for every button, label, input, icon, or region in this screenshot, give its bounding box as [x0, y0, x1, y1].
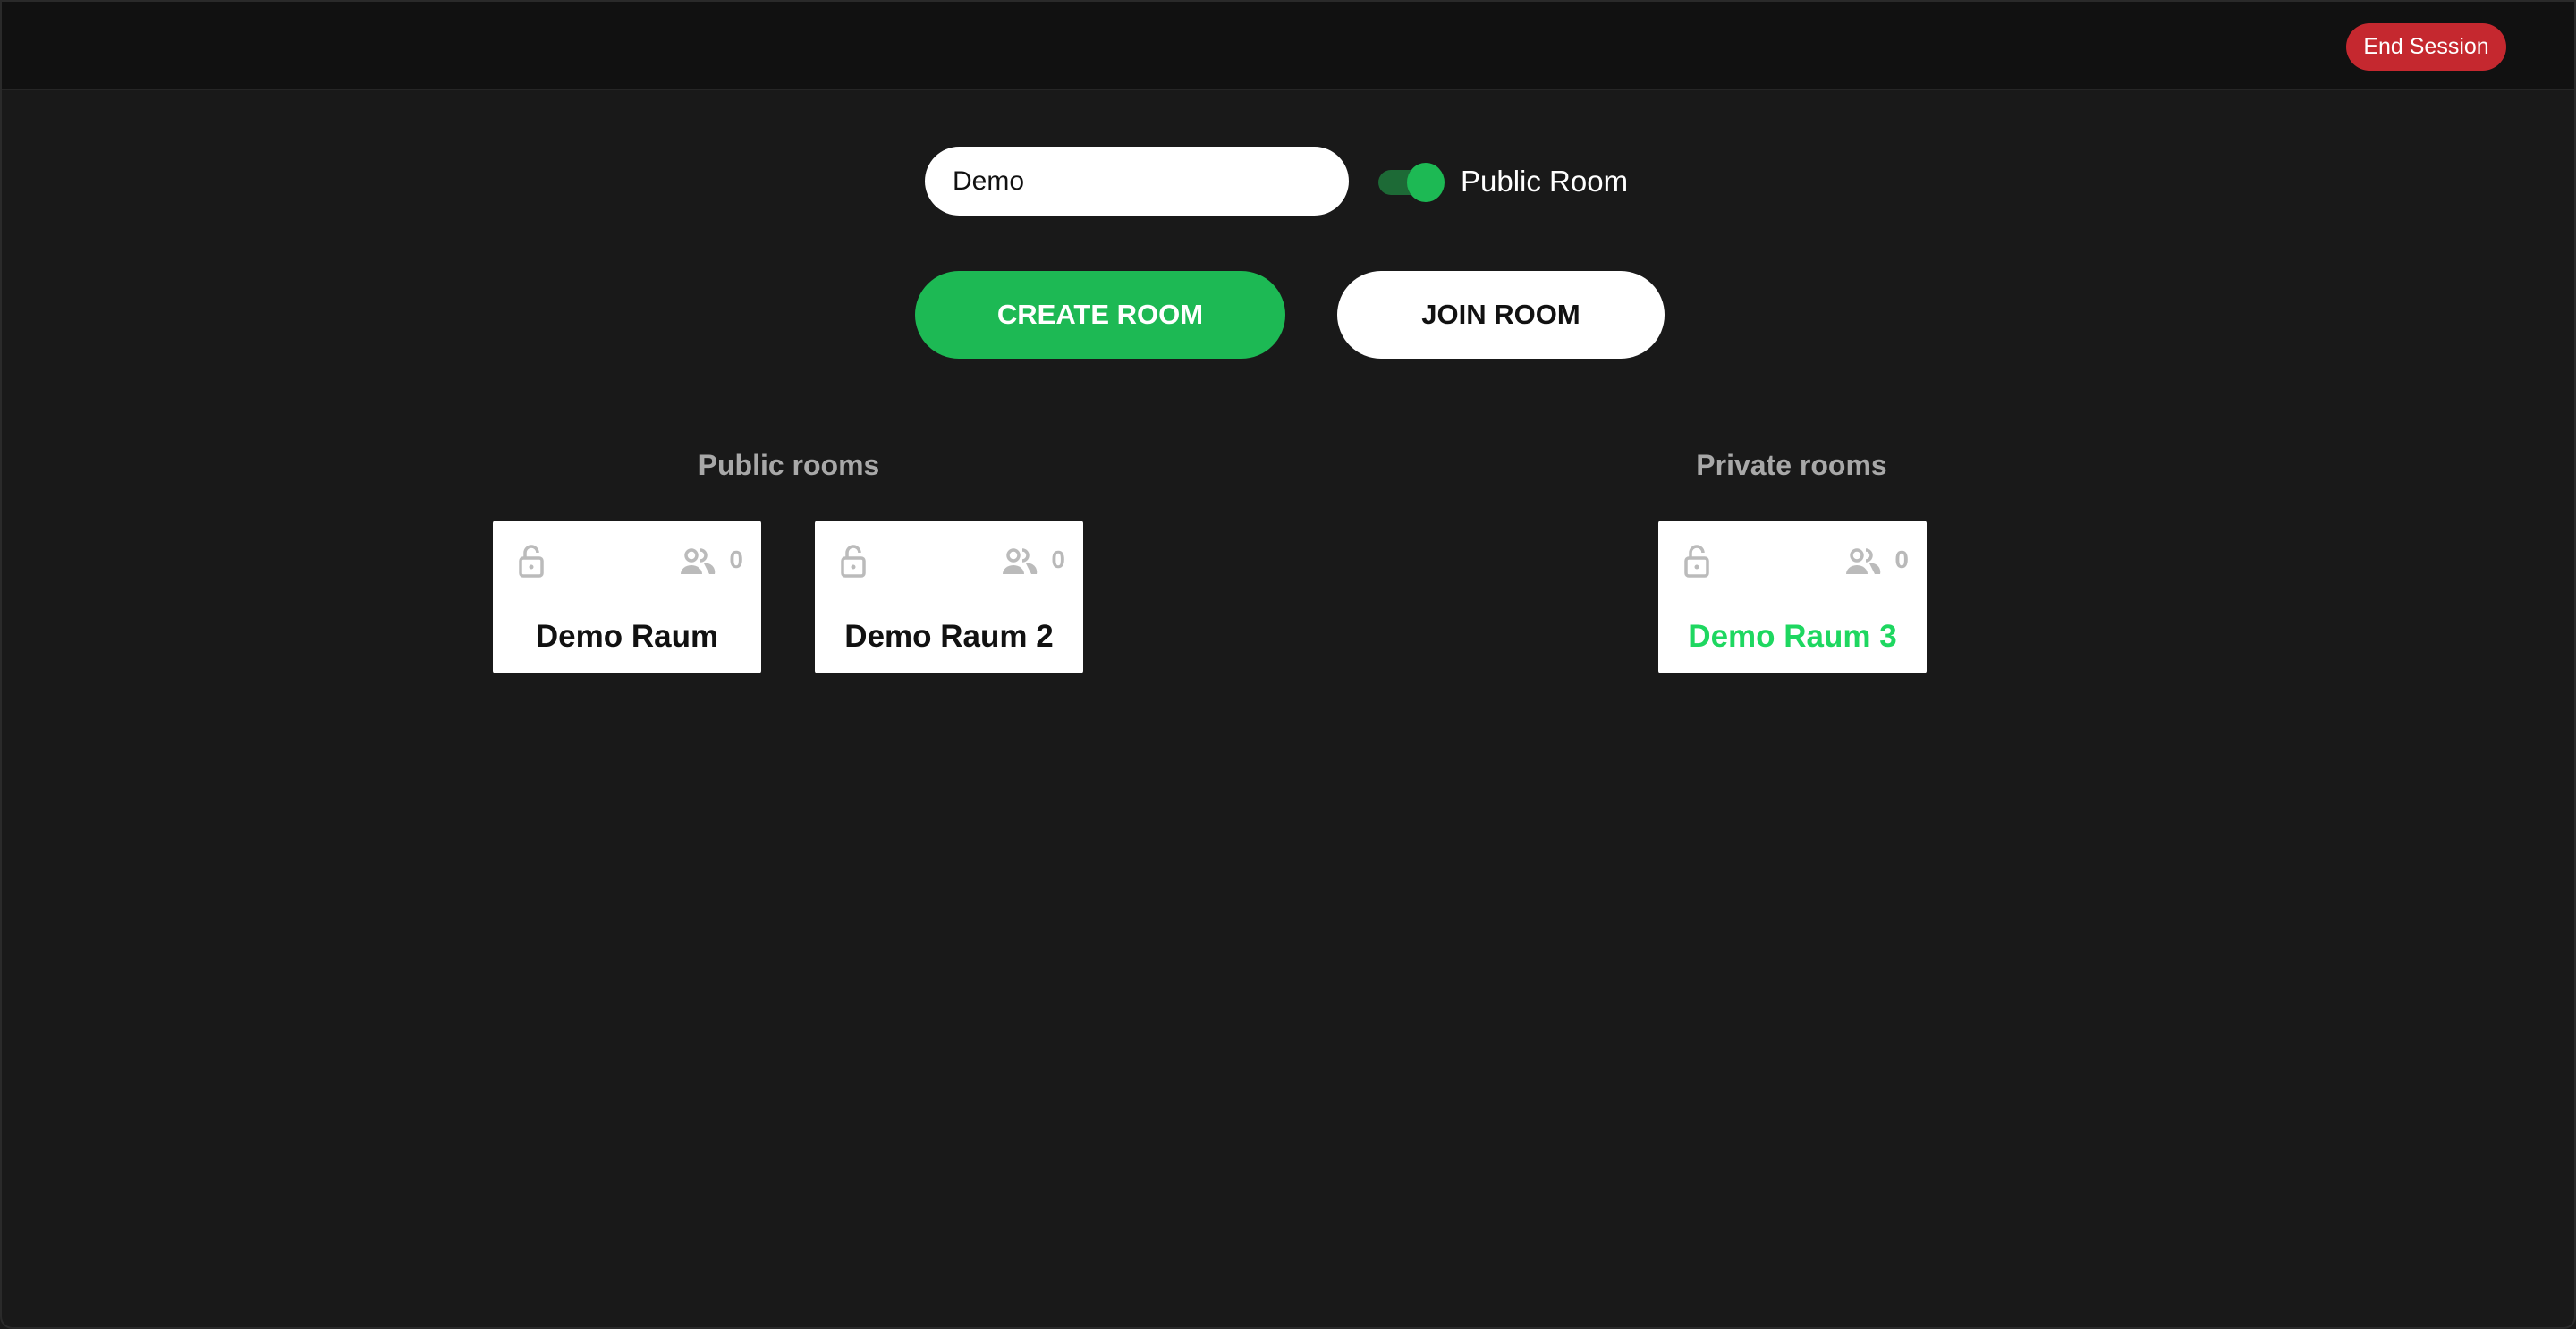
end-session-button[interactable]: End Session	[2346, 23, 2506, 71]
room-card[interactable]: 0 Demo Raum 2	[815, 521, 1083, 673]
room-card[interactable]: 0 Demo Raum 3	[1658, 521, 1927, 673]
unlock-icon	[1684, 545, 1709, 578]
create-room-button[interactable]: CREATE ROOM	[915, 271, 1285, 359]
room-card[interactable]: 0 Demo Raum	[493, 521, 761, 673]
room-name: Demo Raum 3	[1688, 619, 1897, 654]
unlock-icon	[519, 545, 544, 578]
users-icon	[681, 548, 716, 574]
user-count: 0	[729, 546, 743, 573]
room-name-input[interactable]	[925, 147, 1349, 216]
private-rooms-heading: Private rooms	[1696, 449, 1887, 481]
user-count: 0	[1051, 546, 1065, 573]
user-count: 0	[1894, 546, 1909, 573]
room-name: Demo Raum	[535, 619, 719, 654]
users-icon	[1846, 548, 1881, 574]
room-name: Demo Raum 2	[844, 619, 1054, 654]
join-room-button[interactable]: JOIN ROOM	[1337, 271, 1665, 359]
public-rooms-heading: Public rooms	[698, 449, 880, 481]
public-room-label: Public Room	[1461, 165, 1629, 198]
public-room-toggle[interactable]	[1378, 163, 1445, 202]
top-bar: End Session	[2, 2, 2574, 90]
toggle-knob	[1407, 163, 1445, 202]
unlock-icon	[841, 545, 866, 578]
users-icon	[1003, 548, 1038, 574]
